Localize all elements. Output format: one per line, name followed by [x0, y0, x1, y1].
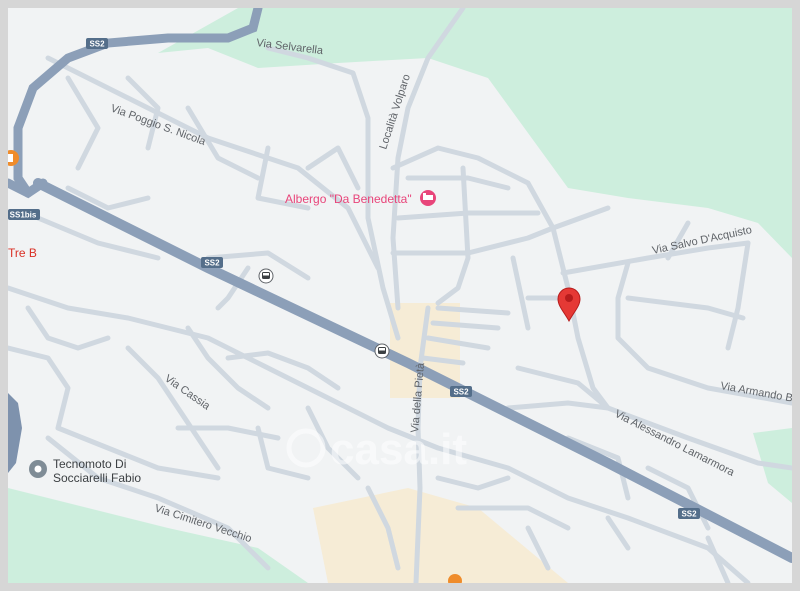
map-frame: SS2 SS2 SS2 SS2 SS1bis Via Selvarella Vi… [0, 0, 800, 591]
tre-b-label: Tre B [8, 246, 37, 260]
svg-text:SS1bis: SS1bis [10, 211, 37, 220]
svg-text:SS2: SS2 [681, 510, 697, 519]
hotel-label: Albergo "Da Benedetta" [285, 192, 412, 206]
bus-stop-icon[interactable] [258, 268, 274, 284]
road-shield-ss1bis: SS1bis [8, 209, 40, 220]
svg-text:SS2: SS2 [89, 40, 105, 49]
road-shield-ss2-d: SS2 [678, 508, 700, 519]
tecnomoto-label-line1: Tecnomoto Di [53, 457, 126, 471]
svg-text:SS2: SS2 [204, 259, 220, 268]
road-shield-ss2-a: SS2 [86, 38, 108, 49]
tecnomoto-label-line2: Socciarelli Fabio [53, 471, 141, 485]
bus-stop-icon[interactable] [374, 343, 390, 359]
svg-text:SS2: SS2 [453, 388, 469, 397]
svg-text:casa.it: casa.it [330, 425, 467, 474]
hotel-icon [420, 190, 436, 206]
place-icon [29, 460, 47, 478]
road-shield-ss2-b: SS2 [201, 257, 223, 268]
road-shield-ss2-c: SS2 [450, 386, 472, 397]
map-canvas[interactable]: SS2 SS2 SS2 SS2 SS1bis Via Selvarella Vi… [8, 8, 792, 583]
